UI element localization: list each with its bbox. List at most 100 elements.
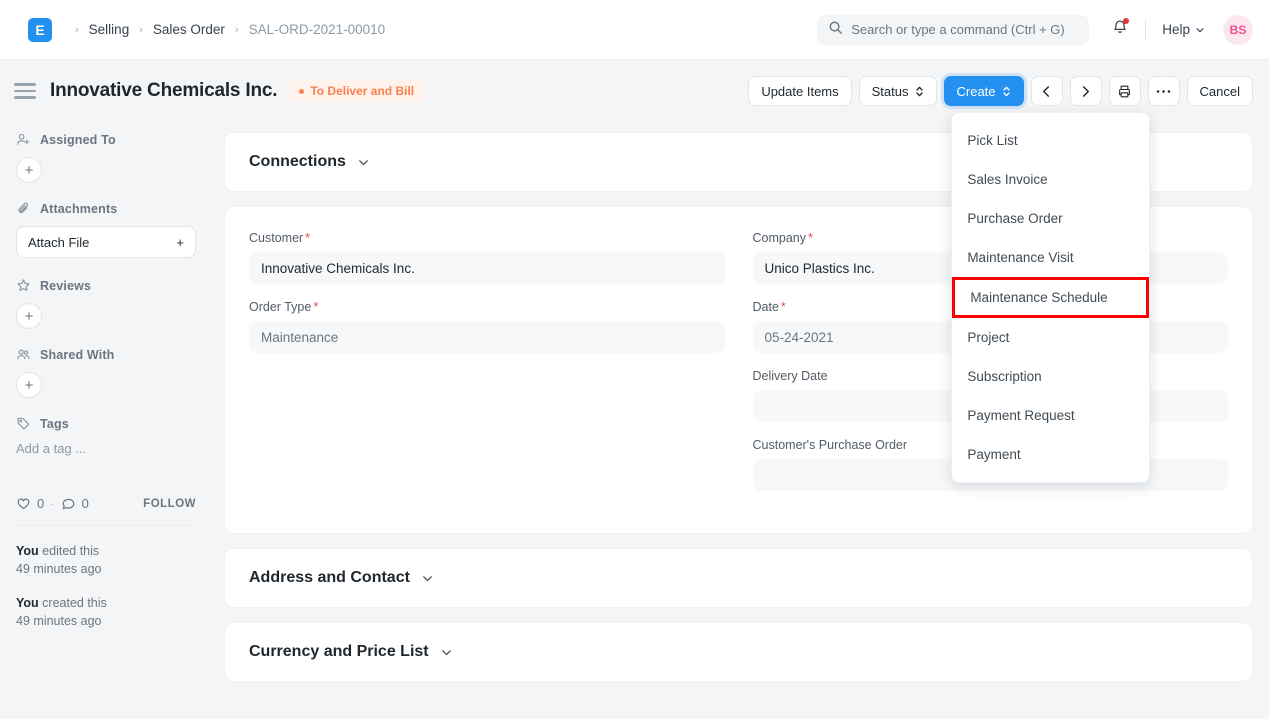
assigned-to-header: Assigned To (16, 132, 196, 147)
menu-item-maintenance-schedule[interactable]: Maintenance Schedule (952, 277, 1149, 318)
search-input[interactable] (851, 22, 1078, 37)
attachments-header: Attachments (16, 201, 196, 216)
status-button-label: Status (872, 84, 909, 99)
breadcrumb-separator: › (235, 24, 239, 36)
hamburger-icon[interactable] (14, 83, 36, 99)
create-dropdown-menu: Pick List Sales Invoice Purchase Order M… (951, 112, 1150, 483)
add-tag-input[interactable]: Add a tag ... (16, 441, 196, 456)
assigned-to-label: Assigned To (40, 133, 116, 147)
chevron-left-icon (1040, 85, 1053, 98)
page-title: Innovative Chemicals Inc. (50, 80, 277, 102)
chevron-down-icon (1195, 25, 1205, 35)
menu-item-sales-invoice[interactable]: Sales Invoice (952, 160, 1149, 199)
next-document-button[interactable] (1070, 76, 1102, 106)
company-label-text: Company (753, 231, 807, 245)
activity-action: created this (39, 596, 107, 610)
sidebar: Assigned To + Attachments Attach File + (0, 122, 212, 719)
order-type-input[interactable]: Maintenance (249, 321, 725, 353)
status-badge: To Deliver and Bill (289, 80, 424, 102)
menu-item-pick-list[interactable]: Pick List (952, 121, 1149, 160)
tags-label: Tags (40, 417, 69, 431)
count-separator: · (50, 496, 54, 511)
add-share-button[interactable]: + (16, 372, 42, 398)
customer-input[interactable]: Innovative Chemicals Inc. (249, 252, 725, 284)
app-root: E › Selling › Sales Order › SAL-ORD-2021… (0, 0, 1269, 719)
add-review-button[interactable]: + (16, 303, 42, 329)
navbar-right: Help BS (817, 15, 1253, 45)
user-plus-icon (16, 132, 31, 147)
chevron-right-icon (1079, 85, 1092, 98)
sidebar-divider (16, 525, 196, 526)
order-type-label-text: Order Type (249, 300, 311, 314)
cancel-button[interactable]: Cancel (1187, 76, 1253, 106)
prev-document-button[interactable] (1031, 76, 1063, 106)
required-marker: * (781, 300, 786, 314)
follow-button[interactable]: FOLLOW (143, 498, 196, 510)
date-label-text: Date (753, 300, 779, 314)
shared-with-label: Shared With (40, 348, 114, 362)
menu-item-payment[interactable]: Payment (952, 435, 1149, 474)
heart-icon (16, 496, 31, 511)
menu-item-purchase-order[interactable]: Purchase Order (952, 199, 1149, 238)
address-and-contact-header[interactable]: Address and Contact (225, 549, 1252, 607)
chevron-down-icon (357, 156, 370, 169)
print-button[interactable] (1109, 76, 1141, 106)
app-logo[interactable]: E (28, 18, 52, 42)
breadcrumb-separator: › (75, 24, 79, 36)
page-header: Innovative Chemicals Inc. To Deliver and… (0, 60, 1269, 122)
breadcrumb-item-selling[interactable]: Selling (88, 20, 131, 39)
menu-item-payment-request[interactable]: Payment Request (952, 396, 1149, 435)
update-items-button[interactable]: Update Items (748, 76, 851, 106)
sidebar-footer: 0 · 0 FOLLOW You edited this 49 minutes … (16, 496, 196, 631)
attach-file-button[interactable]: Attach File + (16, 226, 196, 258)
activity-action: edited this (39, 544, 99, 558)
field-customer: Customer* Innovative Chemicals Inc. (249, 231, 725, 284)
menu-item-subscription[interactable]: Subscription (952, 357, 1149, 396)
create-button[interactable]: Create (944, 76, 1024, 106)
like-count: 0 (37, 496, 44, 511)
menu-item-project[interactable]: Project (952, 318, 1149, 357)
breadcrumb-item-sales-order[interactable]: Sales Order (152, 20, 226, 39)
breadcrumb-separator: › (139, 24, 143, 36)
field-order-type: Order Type* Maintenance (249, 300, 725, 353)
breadcrumb: › Selling › Sales Order › SAL-ORD-2021-0… (66, 20, 386, 39)
currency-and-price-list-title: Currency and Price List (249, 643, 429, 661)
navbar-divider (1145, 19, 1146, 41)
ellipsis-icon (1156, 89, 1171, 94)
tags-header: Tags (16, 416, 196, 431)
activity-actor: You (16, 596, 39, 610)
attachments-label: Attachments (40, 202, 117, 216)
section-currency-and-price-list: Currency and Price List (224, 622, 1253, 682)
search-box[interactable] (817, 15, 1089, 45)
connections-title: Connections (249, 153, 346, 171)
customer-label: Customer* (249, 231, 725, 245)
add-assignment-button[interactable]: + (16, 157, 42, 183)
currency-and-price-list-header[interactable]: Currency and Price List (225, 623, 1252, 681)
breadcrumb-item-current: SAL-ORD-2021-00010 (248, 20, 387, 39)
notifications-button[interactable] (1111, 18, 1129, 41)
menu-item-maintenance-visit[interactable]: Maintenance Visit (952, 238, 1149, 277)
help-menu[interactable]: Help (1162, 22, 1205, 37)
more-actions-button[interactable] (1148, 76, 1180, 106)
customer-label-text: Customer (249, 231, 303, 245)
sidebar-section-attachments: Attachments Attach File + (16, 201, 196, 258)
sidebar-section-reviews: Reviews + (16, 278, 196, 329)
attach-file-label: Attach File (28, 235, 89, 250)
printer-icon (1117, 84, 1132, 99)
tag-icon (16, 416, 31, 431)
required-marker: * (305, 231, 310, 245)
comment-icon (61, 496, 76, 511)
navbar: E › Selling › Sales Order › SAL-ORD-2021… (0, 0, 1269, 60)
sidebar-section-assigned-to: Assigned To + (16, 132, 196, 183)
paperclip-icon (16, 201, 31, 216)
status-label: To Deliver and Bill (310, 84, 414, 98)
status-button[interactable]: Status (859, 76, 937, 106)
chevron-down-icon (421, 572, 434, 585)
chevron-down-icon (440, 646, 453, 659)
avatar[interactable]: BS (1223, 15, 1253, 45)
plus-icon: + (176, 235, 184, 250)
page-actions: Update Items Status Create (748, 76, 1253, 106)
address-and-contact-title: Address and Contact (249, 569, 410, 587)
required-marker: * (313, 300, 318, 314)
sidebar-section-tags: Tags Add a tag ... (16, 416, 196, 456)
